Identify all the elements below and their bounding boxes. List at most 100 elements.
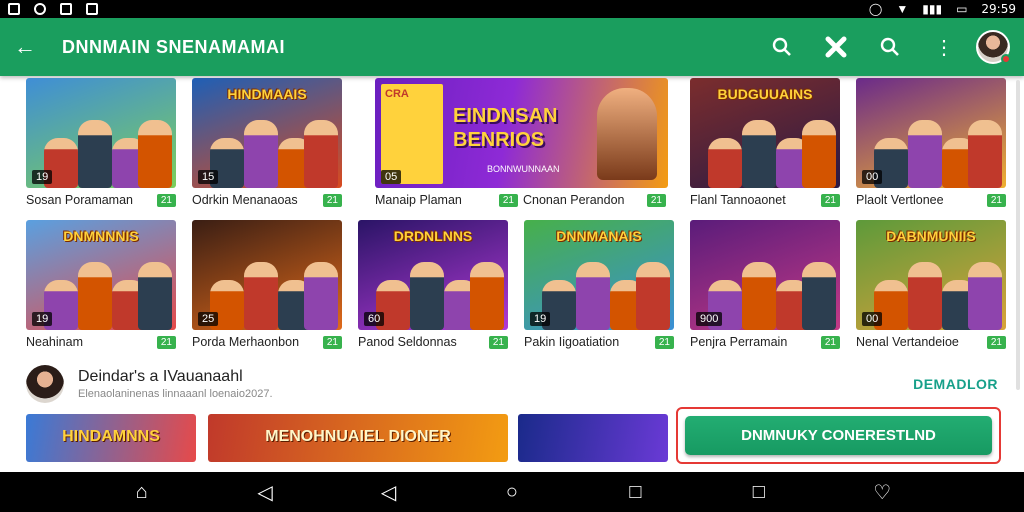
app-screen: ◯ ▼ ▮▮▮ ▭ 29:59 ← DNNMAIN SNENAMAMAI ⋮ 1…: [0, 0, 1024, 512]
game-meta: Nenal Vertandeioe 21: [856, 330, 1006, 354]
strip-card-3[interactable]: [518, 414, 668, 462]
back-nav-icon-2[interactable]: ◁: [375, 480, 403, 505]
character-figure: [802, 120, 836, 188]
creator-subtitle: Elenaolaninenas linnaaanl loenaio2027.: [78, 388, 273, 400]
game-thumbnail: DABNMUNIIS 00: [856, 220, 1006, 330]
game-thumbnail: 900: [690, 220, 840, 330]
game-meta: Panod Seldonnas 21: [358, 330, 508, 354]
creator-text: Deindar's a IVauanaahl Elenaolaninenas l…: [78, 368, 913, 400]
game-thumbnail: HINDMAAIS 15: [192, 78, 342, 188]
game-thumbnail: 00: [856, 78, 1006, 188]
game-thumbnail: 25: [192, 220, 342, 330]
game-name: Pakin Iigoatiation: [524, 335, 620, 349]
game-card[interactable]: HINDMAAIS 15 Odrkin Menanaoas 21: [192, 78, 342, 220]
game-card[interactable]: 25 Porda Merhaonbon 21: [192, 220, 342, 362]
home-nav-icon[interactable]: ○: [498, 481, 526, 504]
strip-card-2[interactable]: MENOHNUAIEL DIONER: [208, 414, 508, 462]
cta-highlight: DNMNUKY CONERESTLND: [676, 407, 1001, 464]
game-badge: 21: [654, 335, 674, 349]
feature-card[interactable]: CRA EINDNSAN BENRIOS BONNWUNNAAN 05: [375, 78, 668, 188]
strip-card-1[interactable]: HINDAMNNS: [26, 414, 196, 462]
more-vert-icon[interactable]: ⋮: [924, 27, 964, 67]
character-figure: [304, 262, 338, 330]
game-name: Odrkin Menanaoas: [192, 193, 298, 207]
character-figure: [470, 262, 504, 330]
home-outline-icon[interactable]: ⌂: [128, 481, 156, 504]
character-figure: [304, 120, 338, 188]
character-figure: [244, 262, 278, 330]
game-name: Manaip Plaman: [375, 193, 462, 207]
wifi-icon: ▼: [896, 2, 909, 16]
creator-avatar[interactable]: [26, 365, 64, 403]
game-badge: 21: [322, 193, 342, 207]
feature-card-title: EINDNSAN BENRIOS: [453, 105, 558, 151]
feature-card-hero: [597, 88, 657, 180]
game-banner-title: DNMNNNIS: [63, 228, 139, 244]
feature-card-meta: Cnonan Perandon 21: [523, 188, 666, 212]
game-number: 900: [696, 312, 723, 326]
game-badge: 21: [986, 335, 1006, 349]
game-number: 19: [32, 312, 53, 326]
search-icon[interactable]: [762, 27, 802, 67]
game-banner-title: DNNMANAIS: [556, 228, 642, 244]
close-icon[interactable]: [816, 27, 856, 67]
scrollbar[interactable]: [1016, 80, 1020, 390]
character-figure: [968, 120, 1002, 188]
game-card[interactable]: DNMNNNIS 19 Neahinam 21: [26, 220, 176, 362]
page-title: DNNMAIN SNENAMAMAI: [62, 36, 285, 57]
game-badge: 21: [820, 335, 840, 349]
game-meta: Porda Merhaonbon 21: [192, 330, 342, 354]
character-figure: [802, 262, 836, 330]
connect-button[interactable]: DNMNUKY CONERESTLND: [685, 416, 992, 455]
character-figure: [78, 120, 112, 188]
game-card[interactable]: DRDNLNNS 60 Panod Seldonnas 21: [358, 220, 508, 362]
game-name: Plaolt Vertlonee: [856, 193, 944, 207]
game-number: 19: [530, 312, 551, 326]
game-badge: 21: [498, 193, 518, 207]
game-meta: Penjra Perramain 21: [690, 330, 840, 354]
game-banner-title: BUDGUUAINS: [717, 86, 813, 102]
recents-nav-icon[interactable]: □: [621, 481, 649, 504]
game-thumbnail: DNNMANAIS 19: [524, 220, 674, 330]
back-nav-icon[interactable]: ◁: [251, 480, 279, 505]
game-name: Flanl Tannoaonet: [690, 193, 786, 207]
game-card[interactable]: 19 Sosan Poramaman 21: [26, 78, 176, 220]
status-bar: ◯ ▼ ▮▮▮ ▭ 29:59: [0, 0, 1024, 18]
feature-card-number: 05: [381, 170, 402, 184]
game-card[interactable]: DABNMUNIIS 00 Nenal Vertandeioe 21: [856, 220, 1006, 362]
status-left-icons: [8, 3, 98, 15]
sync-icon: [34, 3, 46, 15]
game-card[interactable]: 00 Plaolt Vertlonee 21: [856, 78, 1006, 220]
strip-card-1-title: HINDAMNNS: [62, 428, 160, 445]
game-name: Porda Merhaonbon: [192, 335, 300, 349]
navigation-bar: ⌂ ◁ ◁ ○ □ □ ♡: [0, 472, 1024, 512]
favorite-icon[interactable]: ♡: [868, 480, 896, 505]
creator-link[interactable]: DEMADLOR: [913, 376, 998, 392]
game-badge: 21: [646, 193, 666, 207]
creator-row: Deindar's a IVauanaahl Elenaolaninenas l…: [26, 362, 1002, 406]
back-arrow-icon[interactable]: ←: [14, 34, 48, 60]
character-figure: [708, 138, 742, 188]
character-figure: [138, 262, 172, 330]
game-name: Panod Seldonnas: [358, 335, 457, 349]
game-badge: 21: [322, 335, 342, 349]
character-figure: [968, 262, 1002, 330]
character-figure: [908, 120, 942, 188]
status-right-icons: ◯ ▼ ▮▮▮ ▭ 29:59: [869, 2, 1016, 16]
game-thumbnail: 19: [26, 78, 176, 188]
status-time: 29:59: [981, 2, 1016, 16]
feature-card-subtitle: BONNWUNNAAN: [487, 164, 560, 174]
recents-nav-icon-2[interactable]: □: [745, 481, 773, 504]
game-thumbnail: BUDGUUAINS: [690, 78, 840, 188]
search-icon-secondary[interactable]: [870, 27, 910, 67]
game-number: 25: [198, 312, 219, 326]
battery-icon: ▭: [956, 2, 968, 16]
game-card[interactable]: DNNMANAIS 19 Pakin Iigoatiation 21: [524, 220, 674, 362]
game-card[interactable]: BUDGUUAINS Flanl Tannoaonet 21: [690, 78, 840, 220]
game-card[interactable]: 900 Penjra Perramain 21: [690, 220, 840, 362]
character-figure: [742, 262, 776, 330]
game-banner-title: HINDMAAIS: [227, 86, 307, 102]
game-thumbnail: DNMNNNIS 19: [26, 220, 176, 330]
game-banner-title: DABNMUNIIS: [886, 228, 976, 244]
avatar[interactable]: [976, 30, 1011, 64]
